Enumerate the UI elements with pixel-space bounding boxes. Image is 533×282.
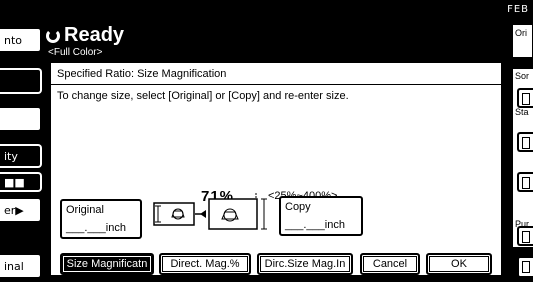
ok-label: OK: [451, 258, 467, 270]
copy-label: Copy: [285, 201, 311, 213]
size-magnification-panel: Specified Ratio: Size Magnification To c…: [50, 62, 502, 276]
direct-size-mag-label: Dirc.Size Mag.In: [264, 258, 346, 270]
size-magnification-label: Size Magnificatn: [66, 258, 148, 270]
left-button-label: er▶: [4, 203, 24, 217]
cancel-label: Cancel: [372, 258, 408, 270]
ready-ring-icon: [46, 28, 60, 43]
left-button-color[interactable]: ■■: [0, 172, 42, 192]
left-button-label: inal: [4, 259, 24, 273]
original-size-button[interactable]: Original ___.___inch: [60, 199, 142, 239]
cancel-button[interactable]: Cancel: [360, 253, 420, 275]
panel-title: Specified Ratio: Size Magnification: [57, 68, 227, 80]
punch-icon-button[interactable]: [517, 226, 533, 246]
left-button-original[interactable]: inal: [0, 253, 42, 279]
original-type-button[interactable]: Ori: [512, 24, 533, 58]
instruction-text: To change size, select [Original] or [Co…: [57, 90, 349, 102]
size-magnification-button[interactable]: Size Magnificatn: [60, 253, 154, 275]
right-bottom-button[interactable]: [517, 256, 533, 278]
ok-button[interactable]: OK: [426, 253, 492, 275]
magnification-diagram: [153, 193, 267, 230]
direct-mag-label: Direct. Mag.%: [170, 258, 240, 270]
status-title: Ready: [64, 24, 125, 46]
top-status-strip: [0, 0, 533, 20]
left-button-label: ity: [4, 149, 18, 163]
left-button-darker[interactable]: er▶: [0, 197, 42, 223]
left-button-auto[interactable]: nto: [0, 27, 42, 53]
original-type-label: Ori: [515, 28, 527, 38]
color-mode-label: <Full Color>: [48, 47, 103, 58]
sort-label: Sor: [515, 71, 530, 81]
copy-size-button[interactable]: Copy ___.___inch: [279, 196, 363, 236]
left-button-label: nto: [4, 33, 23, 47]
date-indicator: FEB: [507, 4, 529, 15]
left-button-label: ■■: [4, 175, 25, 189]
original-label: Original: [66, 204, 104, 216]
left-button-selected[interactable]: [0, 68, 42, 94]
direct-mag-button[interactable]: Direct. Mag.%: [159, 253, 251, 275]
left-button[interactable]: [0, 106, 42, 132]
panel-divider: [51, 84, 501, 85]
stack-label: Sta: [515, 107, 529, 117]
sort-icon-button[interactable]: [517, 88, 533, 108]
stack-icon-button[interactable]: [517, 132, 533, 152]
status-header: Ready: [46, 24, 124, 47]
direct-size-mag-button[interactable]: Dirc.Size Mag.In: [257, 253, 353, 275]
copy-size-value: ___.___inch: [285, 219, 345, 231]
left-button-quality[interactable]: ity: [0, 144, 42, 168]
staple-icon-button[interactable]: [517, 172, 533, 192]
original-size-value: ___.___inch: [66, 222, 126, 234]
